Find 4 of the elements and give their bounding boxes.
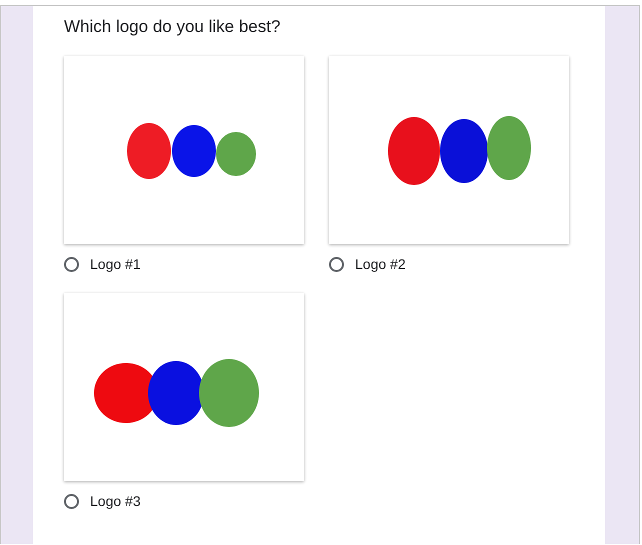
radio-option[interactable]: Logo #3 [64,493,141,509]
question-title: Which logo do you like best? [64,17,282,37]
radio-option[interactable]: Logo #2 [329,256,406,272]
radio-option[interactable]: Logo #1 [64,256,141,272]
